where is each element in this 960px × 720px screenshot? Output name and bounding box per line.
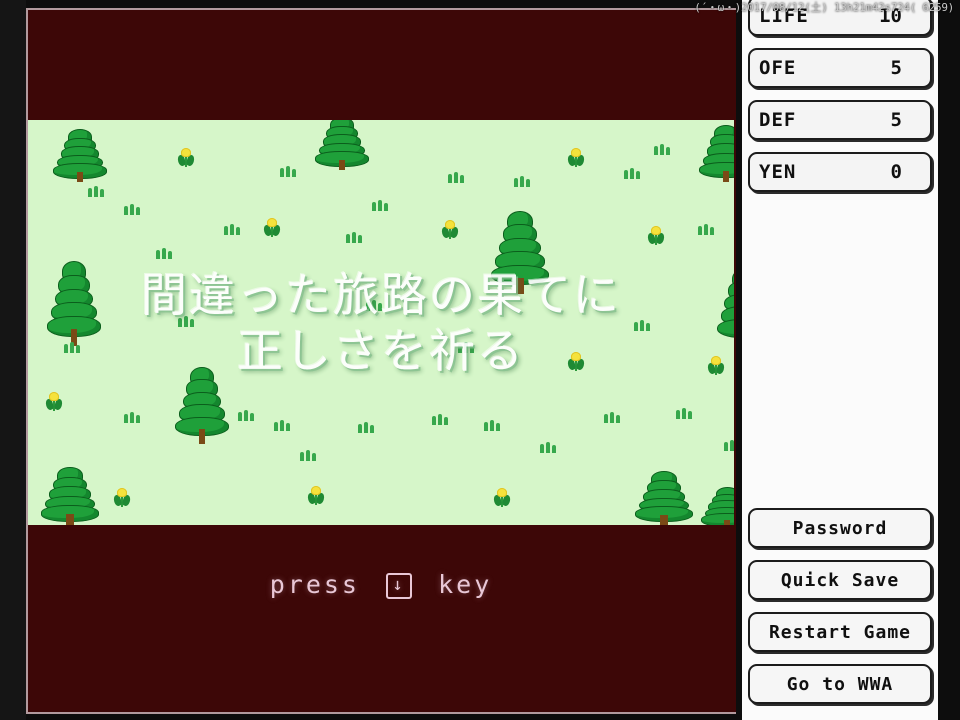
menu-button-quick-save[interactable]: Quick Save	[748, 560, 932, 600]
stat-value: 5	[890, 57, 902, 79]
tree-sprite	[176, 368, 228, 444]
menu-button-list: Password Quick Save Restart Game Go to WWA	[742, 508, 938, 716]
grass-tuft-sprite	[540, 442, 558, 454]
game-screen: (´・ω・)2017/08/12(土) 13h21m42s724( 6259) …	[0, 0, 960, 720]
flower-sprite	[440, 220, 460, 240]
grass-tuft-sprite	[448, 172, 466, 184]
flower-sprite	[492, 488, 512, 508]
map-field: 間違った旅路の果てに 正しさを祈る	[28, 120, 734, 525]
tree-sprite	[636, 472, 692, 525]
grass-tuft-sprite	[634, 320, 652, 332]
grass-tuft-sprite	[274, 420, 292, 432]
stat-value: 0	[890, 161, 902, 183]
grass-tuft-sprite	[88, 186, 106, 198]
stat-label: DEF	[759, 109, 797, 131]
menu-button-restart-game[interactable]: Restart Game	[748, 612, 932, 652]
grass-tuft-sprite	[514, 176, 532, 188]
recording-timestamp: (´・ω・)2017/08/12(土) 13h21m42s724( 6259)	[694, 1, 954, 14]
grass-tuft-sprite	[346, 232, 364, 244]
grass-tuft-sprite	[124, 412, 142, 424]
grass-tuft-sprite	[698, 224, 716, 236]
game-window: 間違った旅路の果てに 正しさを祈る press ↓ key	[26, 8, 736, 714]
grass-tuft-sprite	[432, 414, 450, 426]
grass-tuft-sprite	[624, 168, 642, 180]
grass-tuft-sprite	[654, 144, 672, 156]
prompt-text-after: key	[438, 570, 493, 599]
stat-list: LIFE 10 OFE 5 DEF 5 YEN 0	[742, 0, 938, 204]
grass-tuft-sprite	[156, 248, 174, 260]
tree-sprite	[702, 488, 734, 525]
flower-sprite	[646, 226, 666, 246]
flower-sprite	[706, 356, 726, 376]
grass-tuft-sprite	[358, 422, 376, 434]
grass-tuft-sprite	[484, 420, 502, 432]
tree-sprite	[492, 212, 548, 294]
grass-tuft-sprite	[604, 412, 622, 424]
tree-sprite	[316, 120, 368, 170]
grass-tuft-sprite	[124, 204, 142, 216]
stat-box-ofe: OFE 5	[748, 48, 932, 88]
stat-value: 5	[890, 109, 902, 131]
stat-label: YEN	[759, 161, 797, 183]
flower-sprite	[566, 148, 586, 168]
right-letterbox	[938, 0, 960, 720]
game-title-line-2: 正しさを祈る	[237, 323, 525, 378]
grass-tuft-sprite	[372, 200, 390, 212]
menu-button-password[interactable]: Password	[748, 508, 932, 548]
flower-sprite	[44, 392, 64, 412]
tree-sprite	[700, 126, 734, 182]
stat-label: OFE	[759, 57, 797, 79]
game-title-line-1: 間違った旅路の果てに	[141, 267, 621, 322]
left-letterbox	[0, 0, 26, 720]
grass-tuft-sprite	[224, 224, 242, 236]
tree-sprite	[54, 130, 106, 182]
flower-sprite	[176, 148, 196, 168]
grass-tuft-sprite	[458, 342, 476, 354]
grass-tuft-sprite	[238, 410, 256, 422]
grass-tuft-sprite	[178, 316, 196, 328]
flower-sprite	[306, 486, 326, 506]
flower-sprite	[566, 352, 586, 372]
title-overlay: 間違った旅路の果てに 正しさを祈る	[28, 120, 734, 525]
status-sidebar: LIFE 10 OFE 5 DEF 5 YEN 0 Password Quick Save Res…	[742, 0, 938, 720]
down-arrow-key-icon: ↓	[386, 573, 413, 599]
menu-button-go-to-wwa[interactable]: Go to WWA	[748, 664, 932, 704]
tree-sprite	[718, 270, 734, 346]
press-key-prompt: press ↓ key	[28, 570, 734, 599]
grass-tuft-sprite	[280, 166, 298, 178]
prompt-text-before: press	[269, 570, 360, 599]
flower-sprite	[112, 488, 132, 508]
stat-box-yen: YEN 0	[748, 152, 932, 192]
grass-tuft-sprite	[724, 440, 734, 452]
flower-sprite	[262, 218, 282, 238]
grass-tuft-sprite	[64, 342, 82, 354]
tree-sprite	[48, 262, 100, 346]
grass-tuft-sprite	[366, 300, 384, 312]
tree-sprite	[42, 468, 98, 525]
stat-box-def: DEF 5	[748, 100, 932, 140]
grass-tuft-sprite	[676, 408, 694, 420]
grass-tuft-sprite	[300, 450, 318, 462]
